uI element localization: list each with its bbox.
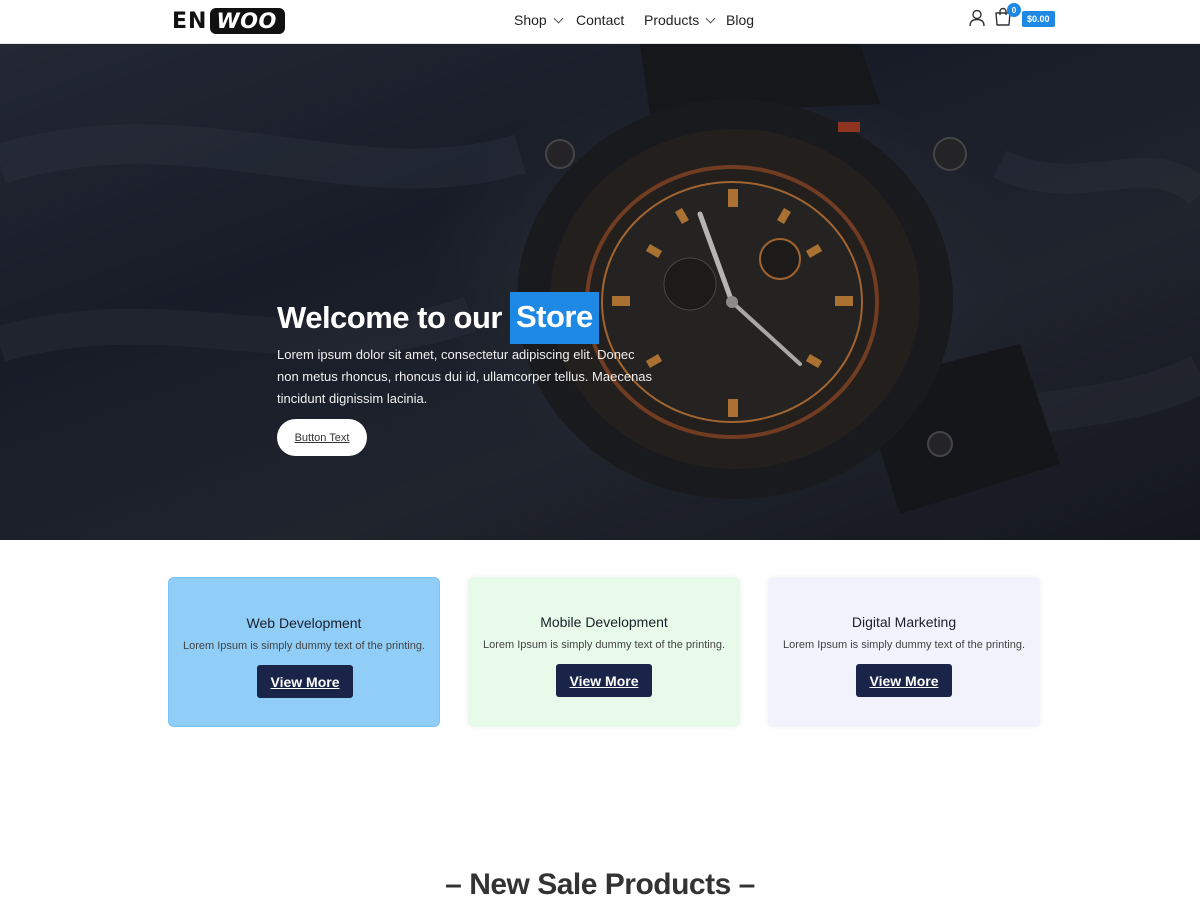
section-title-new-sale-products: – New Sale Products – bbox=[445, 868, 755, 900]
hero-title-highlight: Store bbox=[509, 292, 599, 344]
service-card-description: Lorem Ipsum is simply dummy text of the … bbox=[482, 639, 726, 651]
nav-contact-label: Contact bbox=[576, 12, 625, 28]
hero-description: Lorem ipsum dolor sit amet, consectetur … bbox=[277, 347, 653, 406]
nav-shop-label: Shop bbox=[514, 12, 547, 28]
cart-count-badge: 0 bbox=[1007, 3, 1021, 17]
view-more-button[interactable]: View More bbox=[856, 664, 952, 697]
nav-contact[interactable]: Contact bbox=[576, 12, 624, 28]
hero-title-prefix: Welcome to our bbox=[277, 300, 502, 335]
service-card-title: Digital Marketing bbox=[851, 614, 957, 630]
nav-blog-label: Blog bbox=[726, 12, 755, 28]
cart-total[interactable]: $0.00 bbox=[1022, 11, 1055, 27]
nav-products[interactable]: Products bbox=[644, 12, 716, 28]
chevron-down-icon bbox=[553, 13, 564, 23]
service-card-web-development: Web Development Lorem Ipsum is simply du… bbox=[168, 577, 440, 727]
service-card-title: Mobile Development bbox=[540, 614, 668, 630]
site-header: EN WOO Shop Contact Products Blog 0 $0.0… bbox=[0, 0, 1200, 44]
nav-shop[interactable]: Shop bbox=[514, 12, 564, 28]
service-card-mobile-development: Mobile Development Lorem Ipsum is simply… bbox=[468, 577, 740, 727]
service-card-title: Web Development bbox=[246, 615, 362, 631]
nav-blog[interactable]: Blog bbox=[726, 12, 754, 28]
view-more-button[interactable]: View More bbox=[257, 665, 353, 698]
service-card-description: Lorem Ipsum is simply dummy text of the … bbox=[182, 640, 426, 652]
view-more-button[interactable]: View More bbox=[556, 664, 652, 697]
service-card-description: Lorem Ipsum is simply dummy text of the … bbox=[782, 639, 1026, 651]
user-icon[interactable] bbox=[968, 9, 986, 27]
hero-title: Welcome to our Store bbox=[277, 292, 599, 344]
chevron-down-icon bbox=[705, 13, 716, 23]
hero-banner: Welcome to our Store Lorem ipsum dolor s… bbox=[0, 44, 1200, 540]
hero-watch-image bbox=[0, 44, 1200, 540]
service-card-digital-marketing: Digital Marketing Lorem Ipsum is simply … bbox=[768, 577, 1040, 727]
nav-products-label: Products bbox=[644, 12, 700, 28]
hero-cta-button[interactable]: Button Text bbox=[277, 419, 367, 456]
